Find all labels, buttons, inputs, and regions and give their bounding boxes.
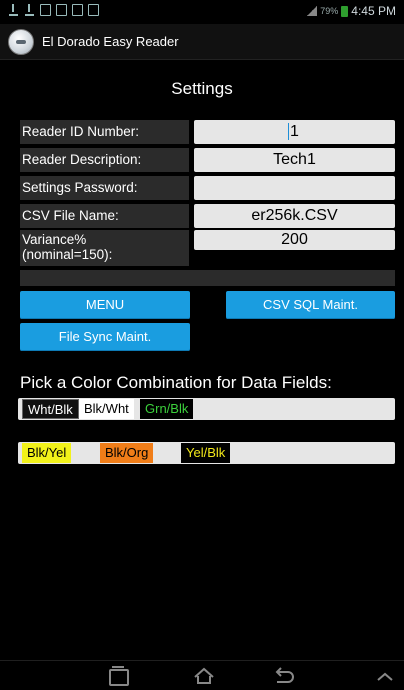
color-group-2: Blk/Yel Blk/Org Yel/Blk <box>18 442 395 464</box>
color-group-1: Wht/Blk Blk/Wht Grn/Blk <box>18 398 395 420</box>
reader-description-input[interactable]: Tech1 <box>194 148 395 172</box>
text-cursor <box>288 123 289 141</box>
csv-file-name-row: CSV File Name: er256k.CSV <box>20 204 395 228</box>
calendar-icon <box>72 4 83 16</box>
reader-id-value: 1 <box>290 123 299 140</box>
settings-password-label: Settings Password: <box>20 176 189 200</box>
file-sync-maint-button[interactable]: File Sync Maint. <box>20 323 190 351</box>
color-option-wht-blk[interactable]: Wht/Blk <box>22 399 79 419</box>
screenshot-icon <box>88 4 99 16</box>
color-option-grn-blk[interactable]: Grn/Blk <box>140 399 194 419</box>
variance-input[interactable]: 200 <box>194 230 395 250</box>
status-message-bar <box>20 270 395 286</box>
variance-label-line1: Variance% <box>22 232 87 247</box>
notification-icons <box>8 4 99 16</box>
color-option-blk-wht[interactable]: Blk/Wht <box>79 399 134 419</box>
system-status: 79% 4:45 PM <box>307 4 396 18</box>
action-bar: El Dorado Easy Reader <box>0 24 404 60</box>
variance-row: Variance% (nominal=150): 200 <box>20 230 395 266</box>
color-option-blk-org[interactable]: Blk/Org <box>100 443 154 463</box>
navigation-bar <box>0 660 404 690</box>
menu-button[interactable]: MENU <box>20 291 190 319</box>
settings-password-input[interactable] <box>194 176 395 200</box>
color-picker-prompt: Pick a Color Combination for Data Fields… <box>20 373 332 392</box>
page-title: Settings <box>171 79 233 98</box>
signal-icon <box>307 6 318 16</box>
csv-file-name-input[interactable]: er256k.CSV <box>194 204 395 228</box>
reader-description-label: Reader Description: <box>20 148 189 172</box>
csv-sql-maint-button[interactable]: CSV SQL Maint. <box>226 291 395 319</box>
reader-description-row: Reader Description: Tech1 <box>20 148 395 172</box>
color-option-blk-yel[interactable]: Blk/Yel <box>22 443 72 463</box>
recent-apps-icon[interactable] <box>103 665 133 687</box>
reader-id-label: Reader ID Number: <box>20 120 189 144</box>
color-option-yel-blk[interactable]: Yel/Blk <box>181 443 231 463</box>
clock: 4:45 PM <box>351 4 396 18</box>
csv-file-name-label: CSV File Name: <box>20 204 189 228</box>
variance-label: Variance% (nominal=150): <box>20 230 189 266</box>
back-icon[interactable] <box>268 665 298 687</box>
download-icon <box>8 4 19 16</box>
download-icon <box>24 4 35 16</box>
image-icon <box>40 4 51 16</box>
reader-id-row: Reader ID Number: 1 <box>20 120 395 144</box>
mail-icon <box>56 4 67 16</box>
home-icon[interactable] <box>189 665 219 687</box>
chevron-up-icon[interactable] <box>370 665 400 687</box>
app-title: El Dorado Easy Reader <box>42 34 179 49</box>
variance-label-line2: (nominal=150): <box>22 247 113 262</box>
battery-percent: 79% <box>320 6 339 16</box>
battery-icon <box>341 5 349 17</box>
status-bar: 79% 4:45 PM <box>0 0 404 24</box>
reader-id-input[interactable]: 1 <box>194 120 395 144</box>
app-logo-icon[interactable] <box>8 28 34 55</box>
settings-password-row: Settings Password: <box>20 176 395 200</box>
